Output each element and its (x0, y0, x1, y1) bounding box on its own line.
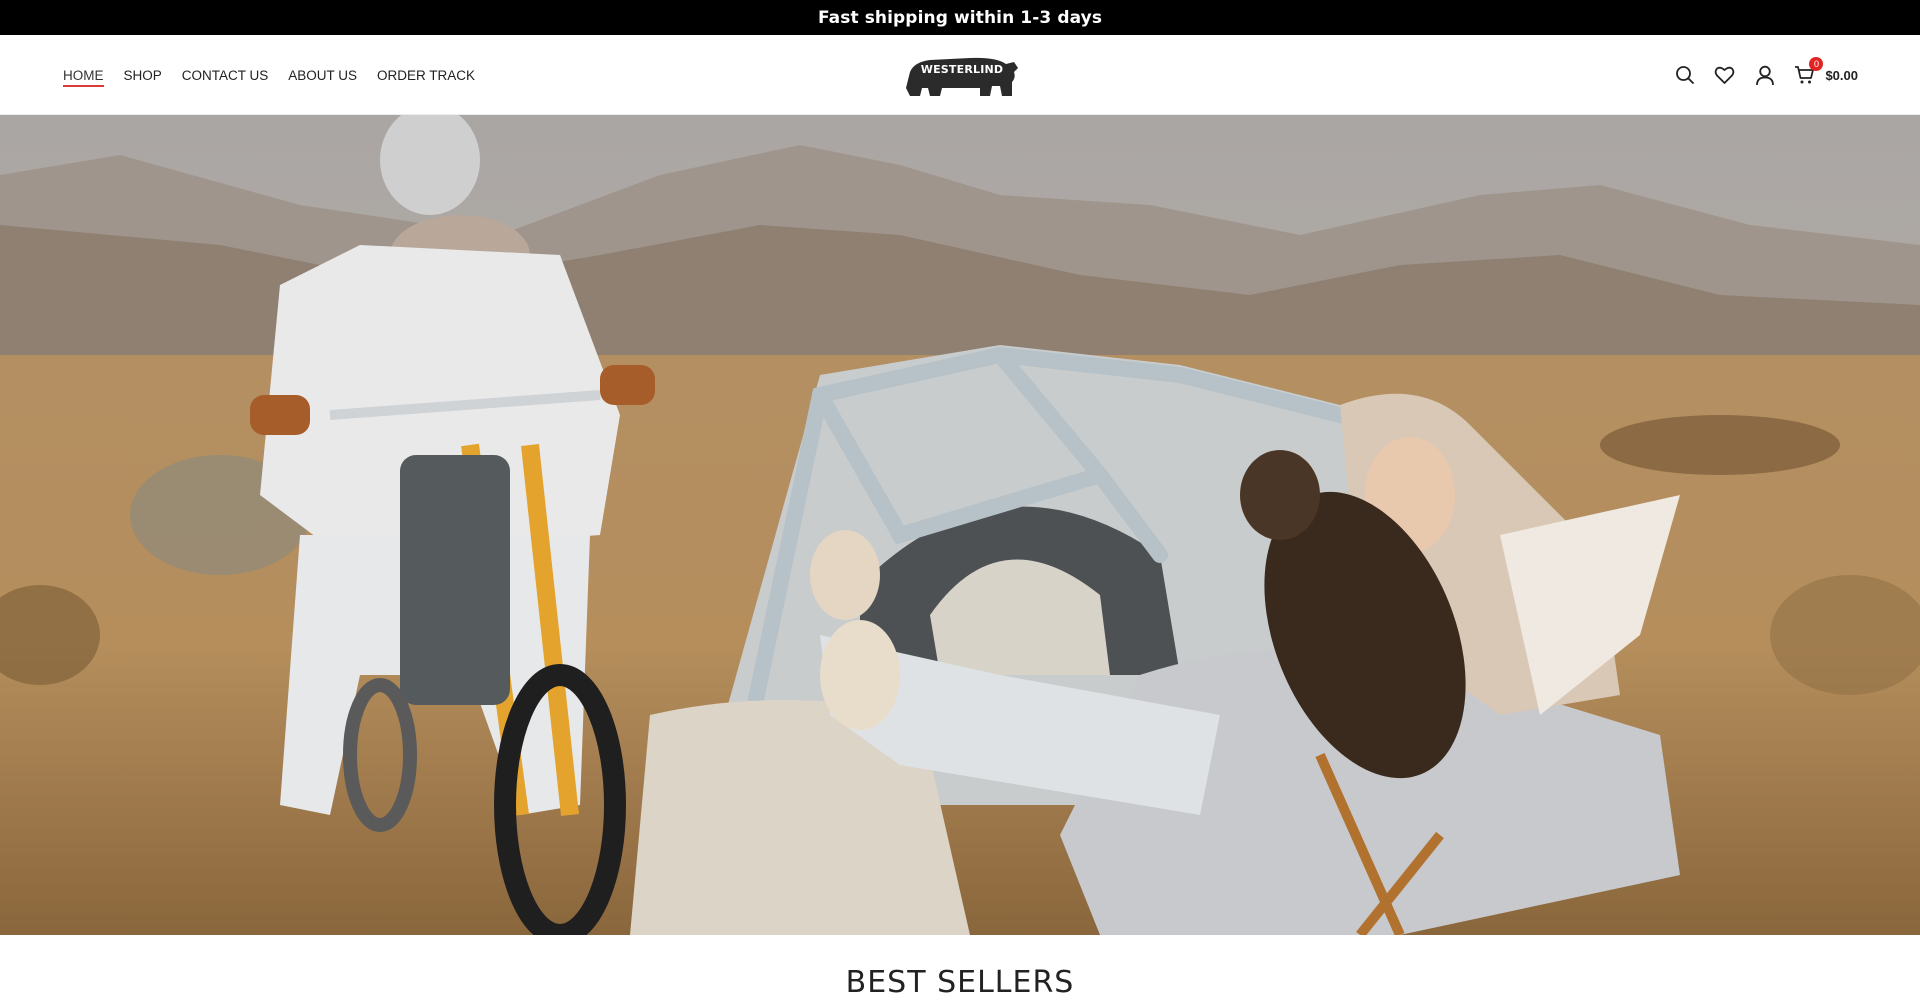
cart-total: $0.00 (1825, 67, 1858, 83)
nav-item-home[interactable]: HOME (63, 64, 104, 87)
nav-item-shop[interactable]: SHOP (124, 64, 162, 87)
cart-icon: 0 (1793, 56, 1824, 87)
cart-count-badge: 0 (1809, 56, 1824, 71)
nav-item-order-track[interactable]: ORDER TRACK (377, 64, 475, 87)
hero-image (0, 115, 1920, 935)
user-icon[interactable] (1753, 64, 1776, 87)
logo-text: WESTERLIND (920, 63, 1004, 76)
announcement-text: Fast shipping within 1-3 days (817, 7, 1103, 28)
site-logo[interactable]: WESTERLIND (898, 41, 1026, 107)
heart-icon[interactable] (1713, 64, 1736, 87)
hero-banner[interactable] (0, 115, 1920, 935)
site-header: HOME SHOP CONTACT US ABOUT US ORDER TRAC… (0, 35, 1920, 115)
header-icons: 0 $0.00 (1673, 35, 1858, 115)
main-nav: HOME SHOP CONTACT US ABOUT US ORDER TRAC… (63, 35, 475, 115)
announcement-bar: Fast shipping within 1-3 days (0, 0, 1920, 35)
nav-item-about-us[interactable]: ABOUT US (288, 64, 357, 87)
search-icon[interactable] (1673, 64, 1696, 87)
nav-item-contact-us[interactable]: CONTACT US (182, 64, 269, 87)
cart-button[interactable]: 0 $0.00 (1793, 56, 1858, 87)
section-title-best-sellers: BEST SELLERS (845, 965, 1075, 1000)
